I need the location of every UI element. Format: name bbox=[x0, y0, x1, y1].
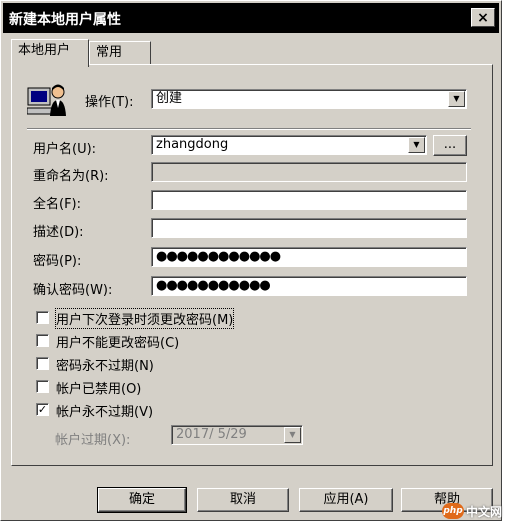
username-value: zhangdong bbox=[156, 137, 229, 152]
apply-button[interactable]: 应用(A) bbox=[299, 488, 393, 512]
username-label: 用户名(U): bbox=[33, 142, 97, 157]
fullname-field[interactable] bbox=[151, 190, 467, 210]
option-label: 用户下次登录时须更改密码(M) bbox=[54, 308, 235, 329]
username-combo[interactable]: zhangdong ▼ bbox=[151, 135, 427, 155]
chevron-down-icon[interactable]: ▼ bbox=[408, 137, 425, 153]
password-value: ●●●●●●●●●●●● bbox=[156, 249, 281, 264]
apply-label: 应用(A) bbox=[323, 492, 369, 507]
php-logo-icon: php bbox=[442, 503, 464, 519]
browse-label: ... bbox=[443, 137, 457, 152]
php-watermark: php 中文网 bbox=[442, 500, 502, 524]
checkbox[interactable] bbox=[36, 311, 49, 324]
user-computer-icon bbox=[27, 84, 66, 116]
ok-label: 确定 bbox=[128, 492, 155, 507]
confirm-password-field[interactable]: ●●●●●●●●●●● bbox=[151, 276, 467, 296]
tab-label: 本地用户 bbox=[18, 43, 71, 58]
title-bar[interactable]: 新建本地用户属性 × bbox=[3, 3, 499, 33]
ok-button[interactable]: 确定 bbox=[97, 487, 187, 513]
option-label: 用户不能更改密码(C) bbox=[56, 336, 180, 351]
password-field[interactable]: ●●●●●●●●●●●● bbox=[151, 247, 467, 267]
expiry-label: 帐户过期(X): bbox=[55, 433, 131, 448]
confirm-password-label: 确认密码(W): bbox=[33, 283, 113, 298]
dialog-window: 新建本地用户属性 × 本地用户 常用 操作(T): 创建 ▼ 用户名(U): z… bbox=[0, 0, 502, 521]
expiry-value: 2017/ 5/29 bbox=[176, 427, 247, 442]
chevron-down-icon[interactable]: ▼ bbox=[448, 91, 465, 107]
expiry-date-picker: 2017/ 5/29 ▼ bbox=[171, 425, 303, 445]
description-field[interactable] bbox=[151, 218, 467, 238]
watermark-text: 中文网 bbox=[466, 505, 503, 519]
checkbox[interactable] bbox=[36, 380, 49, 393]
cancel-label: 取消 bbox=[229, 492, 256, 507]
rename-field bbox=[151, 162, 467, 182]
operation-dropdown[interactable]: 创建 ▼ bbox=[151, 89, 467, 109]
password-label: 密码(P): bbox=[33, 254, 82, 269]
chevron-down-icon: ▼ bbox=[284, 427, 301, 443]
close-button[interactable]: × bbox=[471, 8, 495, 27]
tab-label: 常用 bbox=[96, 45, 123, 60]
tab-general[interactable]: 常用 bbox=[89, 41, 151, 65]
operation-value: 创建 bbox=[156, 91, 183, 106]
separator bbox=[27, 128, 471, 130]
checkbox[interactable] bbox=[36, 334, 49, 347]
fullname-label: 全名(F): bbox=[33, 197, 82, 212]
option-label: 帐户永不过期(V) bbox=[56, 405, 154, 420]
browse-users-button[interactable]: ... bbox=[433, 135, 467, 156]
description-label: 描述(D): bbox=[33, 225, 84, 240]
window-title: 新建本地用户属性 bbox=[9, 12, 121, 28]
option-label: 密码永不过期(N) bbox=[56, 359, 154, 374]
checkbox[interactable] bbox=[36, 357, 49, 370]
option-label: 帐户已禁用(O) bbox=[56, 382, 142, 397]
rename-label: 重命名为(R): bbox=[33, 169, 109, 184]
cancel-button[interactable]: 取消 bbox=[197, 488, 289, 512]
operation-label: 操作(T): bbox=[85, 95, 134, 110]
confirm-password-value: ●●●●●●●●●●● bbox=[156, 278, 271, 293]
close-icon: × bbox=[477, 10, 489, 26]
checkbox[interactable]: ✓ bbox=[36, 403, 49, 416]
tab-local-user[interactable]: 本地用户 bbox=[11, 39, 89, 67]
